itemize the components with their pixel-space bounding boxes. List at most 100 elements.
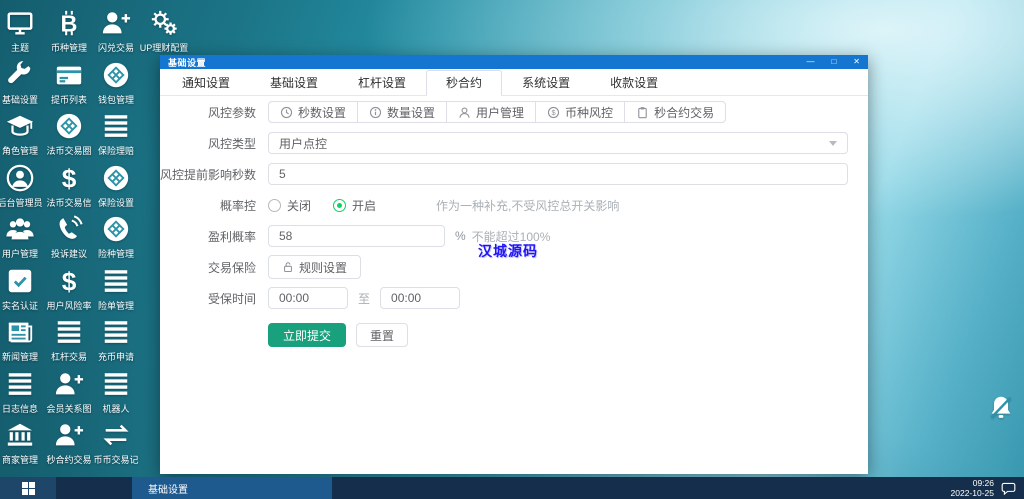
risk-type-value: 用户点控	[279, 135, 327, 152]
profit-label: 盈利概率	[160, 228, 268, 245]
insured-time-separator: 至	[358, 290, 370, 307]
desktop-icon-label: 用户风险率	[46, 299, 91, 312]
dollar-icon	[54, 266, 84, 296]
desktop-icon-robot[interactable]: 机器人	[88, 369, 144, 415]
tab-label: 通知设置	[182, 76, 230, 90]
desktop-icon-insurance-type[interactable]: 险种管理	[88, 214, 144, 260]
taskbar: 基础设置 09:26 2022-10-25	[0, 477, 1024, 499]
user-plus-icon	[54, 420, 84, 450]
desktop-icon-up-finance-config[interactable]: UP理财配置	[136, 8, 192, 54]
desktop-icon-label: 杠杆交易	[51, 350, 87, 363]
tab-5[interactable]: 收款设置	[590, 70, 678, 96]
reset-button[interactable]: 重置	[356, 323, 408, 347]
tab-3[interactable]: 秒合约	[426, 70, 502, 96]
desktop-icon-label: 秒合约交易	[46, 453, 91, 466]
risk-type-row: 风控类型 用户点控	[160, 132, 868, 154]
risk-param-button-label: 数量设置	[387, 104, 435, 121]
risk-seconds-input[interactable]	[268, 163, 848, 185]
profit-input[interactable]	[268, 225, 445, 247]
desktop-icon-label: 实名认证	[2, 299, 38, 312]
desktop-icon-deposit-apply[interactable]: 充币申请	[88, 317, 144, 363]
maximize-icon[interactable]: □	[831, 58, 836, 66]
desktop-icon-label: 法币交易圈	[46, 144, 91, 157]
desktop-icon-label: 币币交易记	[93, 453, 138, 466]
desktop-icon-insurance-claim[interactable]: 保险理赔	[88, 111, 144, 157]
settings-form: 风控参数 秒数设置 数量设置 用户管理 币种风控 秒合约交易 风控类型 用户点控…	[160, 96, 868, 347]
radio-option-off[interactable]: 关闭	[268, 197, 311, 214]
risk-param-button-1[interactable]: 数量设置	[357, 101, 447, 123]
submit-button[interactable]: 立即提交	[268, 323, 346, 347]
desktop-icon-label: 商家管理	[2, 453, 38, 466]
rule-settings-button[interactable]: 规则设置	[268, 255, 361, 279]
bank-icon	[5, 420, 35, 450]
desktop-icon-label: 钱包管理	[98, 93, 134, 106]
risk-param-button-0[interactable]: 秒数设置	[268, 101, 358, 123]
start-button[interactable]	[0, 477, 56, 499]
insured-time-to-input[interactable]	[380, 287, 460, 309]
list-icon	[5, 369, 35, 399]
close-icon[interactable]: ✕	[853, 58, 860, 66]
minimize-icon[interactable]: —	[806, 58, 814, 66]
tab-1[interactable]: 基础设置	[250, 70, 338, 96]
risk-type-label: 风控类型	[160, 135, 268, 152]
risk-params-button-group: 秒数设置 数量设置 用户管理 币种风控 秒合约交易	[268, 101, 726, 123]
desktop-icon-wallet-manage[interactable]: 钱包管理	[88, 60, 144, 106]
tab-label: 杠杆设置	[358, 76, 406, 90]
desktop-icon-coin-trade-log[interactable]: 币币交易记	[88, 420, 144, 466]
list-icon	[101, 266, 131, 296]
tab-label: 系统设置	[522, 76, 570, 90]
coin-logo-icon	[101, 163, 131, 193]
list-icon	[101, 317, 131, 347]
desktop-icon-label: 日志信息	[2, 402, 38, 415]
risk-param-button-3[interactable]: 币种风控	[535, 101, 625, 123]
tab-0[interactable]: 通知设置	[162, 70, 250, 96]
settings-window: 基础设置 — □ ✕ 通知设置 基础设置 杠杆设置 秒合约 系统设置 收款设置 风控参数 …	[160, 55, 868, 474]
phone-icon	[54, 214, 84, 244]
settings-tabbar: 通知设置 基础设置 杠杆设置 秒合约 系统设置 收款设置	[160, 69, 868, 96]
radio-option-on[interactable]: 开启	[333, 197, 376, 214]
desktop-icon-label: 后台管理员	[0, 196, 43, 209]
actions-row: 立即提交 重置	[160, 323, 868, 347]
lock-icon	[282, 261, 294, 273]
bell-muted-icon[interactable]	[986, 392, 1016, 424]
desktop-icon-label: 险单管理	[98, 299, 134, 312]
window-titlebar[interactable]: 基础设置 — □ ✕	[160, 55, 868, 69]
clipboard-icon	[636, 106, 649, 119]
probability-row: 概率控 关闭 开启 作为一种补充,不受风控总开关影响	[160, 194, 868, 216]
desktop-icon-label: 会员关系图	[46, 402, 91, 415]
tab-4[interactable]: 系统设置	[502, 70, 590, 96]
taskbar-clock[interactable]: 09:26 2022-10-25	[951, 478, 994, 498]
gears-icon	[149, 8, 179, 38]
desktop-icon-policy-manage[interactable]: 险单管理	[88, 266, 144, 312]
card-icon	[54, 60, 84, 90]
risk-param-button-label: 秒合约交易	[654, 104, 714, 121]
users-icon	[5, 214, 35, 244]
desktop-icon-insurance-settings[interactable]: 保险设置	[88, 163, 144, 209]
check-square-icon	[5, 266, 35, 296]
tab-label: 秒合约	[446, 76, 482, 90]
radio-label-on: 开启	[352, 197, 376, 214]
tab-2[interactable]: 杠杆设置	[338, 70, 426, 96]
taskbar-item-active[interactable]: 基础设置	[132, 477, 332, 499]
risk-param-button-label: 用户管理	[476, 104, 524, 121]
watermark: 汉城源码	[478, 241, 538, 261]
risk-param-button-label: 币种风控	[565, 104, 613, 121]
window-controls: — □ ✕	[806, 58, 860, 66]
coin-logo-icon	[54, 111, 84, 141]
desktop-icon-label: 保险理赔	[98, 144, 134, 157]
desktop-icon-label: 基础设置	[2, 93, 38, 106]
swap-icon	[101, 420, 131, 450]
notification-bubble-icon[interactable]	[1001, 482, 1016, 495]
desktop-icon-label: 投诉建议	[51, 247, 87, 260]
risk-param-button-4[interactable]: 秒合约交易	[624, 101, 726, 123]
user-circle-icon	[5, 163, 35, 193]
desktop-icon-label: 新闻管理	[2, 350, 38, 363]
desktop-icon-label: 充币申请	[98, 350, 134, 363]
tab-label: 收款设置	[610, 76, 658, 90]
risk-param-button-2[interactable]: 用户管理	[446, 101, 536, 123]
risk-type-select[interactable]: 用户点控	[268, 132, 848, 154]
risk-seconds-label: 风控提前影响秒数	[160, 166, 268, 183]
desktop-icon-label: UP理财配置	[140, 41, 189, 54]
desktop-icon-label: 主题	[11, 41, 29, 54]
insured-time-from-input[interactable]	[268, 287, 348, 309]
